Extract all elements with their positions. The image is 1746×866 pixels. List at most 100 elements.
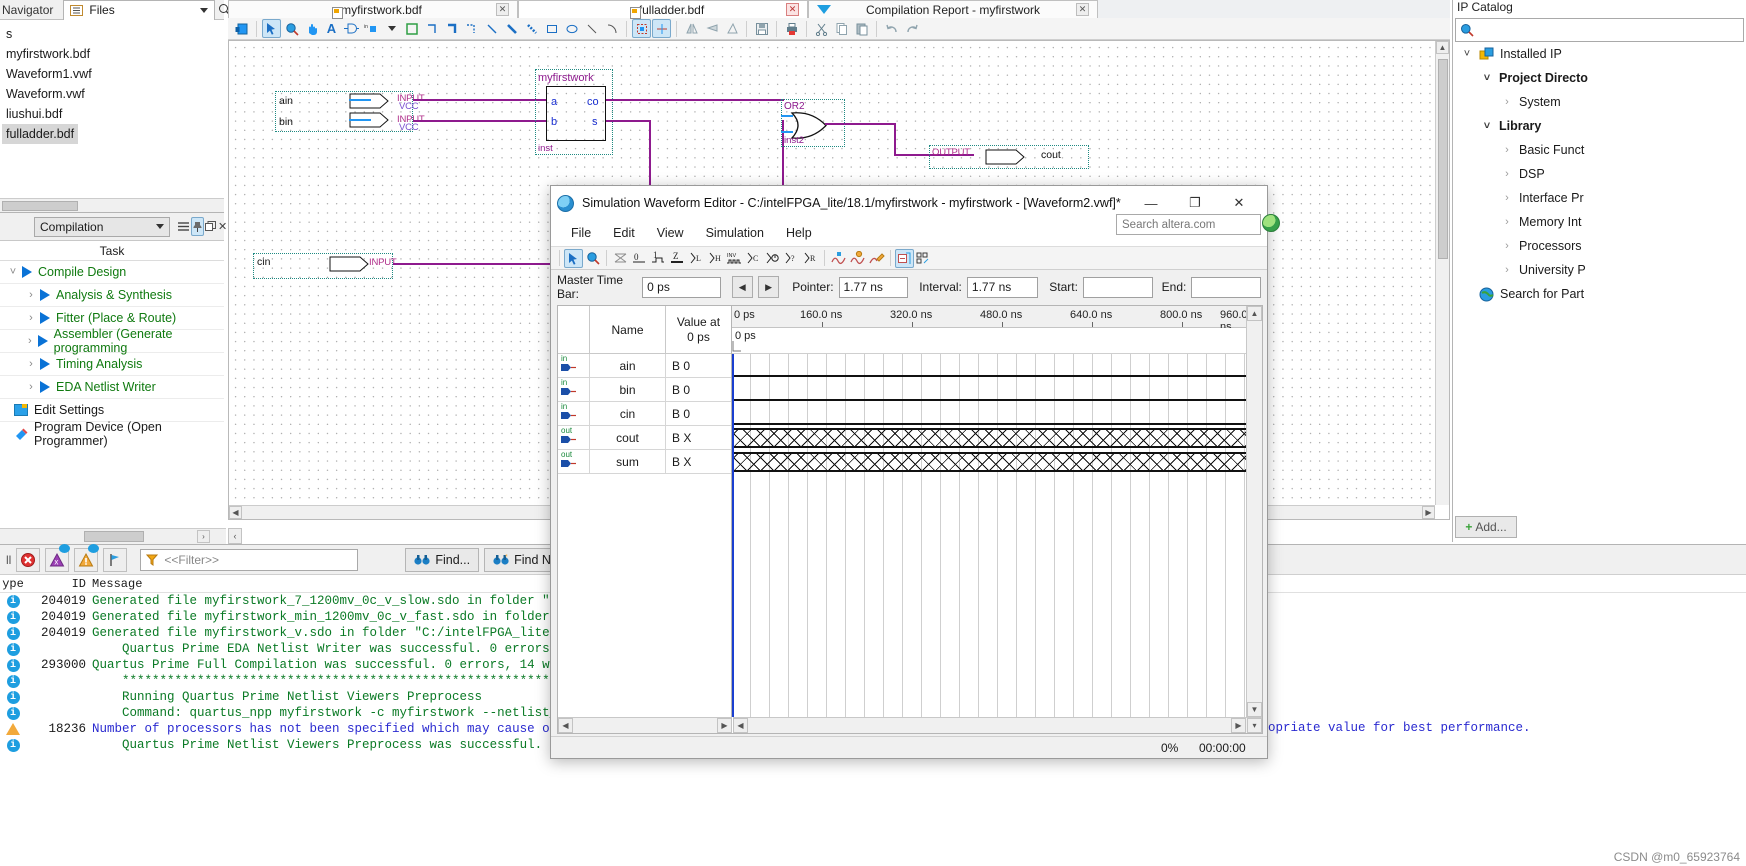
weak-high-icon[interactable]: H	[706, 249, 725, 268]
tab-fulladder-bdf[interactable]: fulladder.bdf ✕	[518, 0, 808, 19]
chevron-right-icon[interactable]: ›	[1501, 96, 1513, 108]
scroll-left-arrow[interactable]: ‹	[228, 528, 242, 544]
scroll-left-arrow[interactable]: ◀	[229, 506, 242, 519]
run-icon[interactable]	[40, 312, 50, 324]
flip-horizontal-icon[interactable]	[682, 19, 701, 38]
scrollbar-thumb[interactable]	[84, 531, 144, 542]
ip-tree-item-dsp[interactable]: › DSP	[1453, 162, 1746, 186]
arc-shape-icon[interactable]	[602, 19, 621, 38]
search-go-button[interactable]	[1262, 214, 1280, 232]
rubberbanding-icon[interactable]	[632, 19, 651, 38]
block-body[interactable]	[546, 86, 606, 141]
simulation-waveform-editor-window[interactable]: Simulation Waveform Editor - C:/intelFPG…	[550, 185, 1280, 759]
canvas-vscrollbar[interactable]: ▲	[1435, 41, 1449, 505]
close-icon[interactable]: ✕	[786, 3, 799, 16]
symbol-tool-icon[interactable]	[342, 19, 361, 38]
waveform-vscrollbar[interactable]: ▲ ▼	[1246, 306, 1262, 717]
ip-tree-item-library[interactable]: ˅ Library	[1453, 114, 1746, 138]
waveform-hscrollbar[interactable]: ◀ ▶ ▾	[733, 717, 1262, 733]
chevron-right-icon[interactable]: ›	[1501, 168, 1513, 180]
partial-rubberbanding-icon[interactable]	[652, 19, 671, 38]
chevron-down-icon[interactable]	[382, 19, 401, 38]
paste-icon[interactable]	[852, 19, 871, 38]
text-tool-icon[interactable]: A	[322, 19, 341, 38]
messages-filter-input[interactable]: <<Filter>>	[140, 548, 359, 571]
waveform-canvas[interactable]	[732, 354, 1246, 717]
signal-row-sum[interactable]: out sum B X	[558, 450, 731, 474]
navigator-files-selector[interactable]: Files	[63, 0, 216, 20]
ip-tree-item-project-directory[interactable]: ˅ Project Directo	[1453, 66, 1746, 90]
list-item[interactable]: liushui.bdf	[2, 104, 224, 124]
chevron-right-icon[interactable]: ›	[22, 312, 40, 324]
ip-tree-item-system[interactable]: › System	[1453, 90, 1746, 114]
menu-view[interactable]: View	[647, 224, 694, 242]
signal-row-cin[interactable]: in cin B 0	[558, 402, 731, 426]
interval-value[interactable]: 1.77 ns	[966, 276, 1039, 298]
tab-compilation-report[interactable]: Compilation Report - myfirstwork ✕	[808, 0, 1098, 18]
master-time-bar-input[interactable]: 0 ps	[642, 276, 721, 298]
grid-settings-icon[interactable]	[914, 249, 933, 268]
pin-icon[interactable]	[191, 217, 204, 236]
signal-row-cout[interactable]: out cout B X	[558, 426, 731, 450]
chevron-right-icon[interactable]: ›	[22, 358, 40, 370]
ip-tree-item-memory-interfaces[interactable]: › Memory Int	[1453, 210, 1746, 234]
task-row[interactable]: › Assembler (Generate programming	[0, 327, 224, 355]
rectangle-tool-icon[interactable]	[402, 19, 421, 38]
chevron-down-icon[interactable]: ˅	[1481, 120, 1493, 132]
ip-search-input[interactable]	[1478, 22, 1739, 38]
chevron-right-icon[interactable]: ›	[1501, 192, 1513, 204]
task-row[interactable]: ˅ Compile Design	[0, 261, 224, 284]
ip-tree-item-university-program[interactable]: › University P	[1453, 258, 1746, 282]
list-item[interactable]: Waveform.vwf	[2, 84, 224, 104]
simulation-settings-icon[interactable]	[867, 249, 886, 268]
navigator-hscrollbar[interactable]	[0, 198, 224, 212]
print-icon[interactable]	[782, 19, 801, 38]
chevron-right-icon[interactable]: ›	[22, 335, 38, 347]
run-icon[interactable]	[22, 266, 32, 278]
save-icon[interactable]	[752, 19, 771, 38]
task-row[interactable]: › Analysis & Synthesis	[0, 284, 224, 307]
pan-hand-icon[interactable]	[302, 19, 321, 38]
scroll-right-arrow[interactable]: ▶	[1422, 506, 1435, 519]
wave-lane-cout[interactable]	[732, 426, 1246, 450]
block-tool-icon[interactable]	[232, 19, 251, 38]
copy-icon[interactable]	[832, 19, 851, 38]
high-impedance-icon[interactable]: Z	[668, 249, 687, 268]
flip-vertical-icon[interactable]	[702, 19, 721, 38]
scroll-up-arrow[interactable]: ▲	[1436, 41, 1449, 54]
menu-edit[interactable]: Edit	[603, 224, 645, 242]
warnings-filter-button[interactable]	[74, 543, 100, 572]
force-high-icon[interactable]: 1	[649, 249, 668, 268]
task-row[interactable]: › Timing Analysis	[0, 353, 224, 376]
chevron-down-icon[interactable]: ˅	[4, 266, 22, 278]
critical-warnings-filter-button[interactable]: x	[45, 543, 71, 572]
scroll-up-arrow[interactable]: ▲	[1247, 306, 1262, 321]
errors-filter-button[interactable]	[16, 547, 41, 572]
scroll-right-arrow[interactable]: ▶	[717, 718, 732, 733]
scrollbar-thumb[interactable]	[2, 201, 78, 211]
chevron-right-icon[interactable]: ›	[22, 381, 40, 393]
altera-search-input[interactable]: Search altera.com	[1116, 214, 1280, 235]
tasks-flow-select[interactable]: Compilation	[34, 216, 170, 237]
time-step-forward-button[interactable]: ▶	[757, 276, 780, 298]
snap-to-grid-icon[interactable]	[895, 248, 914, 268]
ip-catalog-search[interactable]	[1455, 18, 1744, 42]
list-item-selected[interactable]: fulladder.bdf	[2, 124, 79, 144]
clock-value-icon[interactable]	[763, 249, 782, 268]
chevron-right-icon[interactable]: ›	[22, 289, 40, 301]
close-icon[interactable]: ✕	[1076, 3, 1089, 16]
scroll-left-arrow[interactable]: ◀	[733, 718, 748, 733]
list-item[interactable]: myfirstwork.bdf	[2, 44, 224, 64]
cut-icon[interactable]	[812, 19, 831, 38]
find-button[interactable]: Find...	[405, 547, 480, 572]
pin-tool-icon[interactable]: in	[362, 19, 381, 38]
pointer-value[interactable]: 1.77 ns	[838, 276, 909, 298]
chevron-right-icon[interactable]: ›	[1501, 144, 1513, 156]
start-input[interactable]	[1082, 276, 1153, 298]
signal-row-bin[interactable]: in bin B 0	[558, 378, 731, 402]
close-icon[interactable]: ✕	[217, 217, 228, 236]
line-shape-icon[interactable]	[582, 19, 601, 38]
add-ip-button[interactable]: + Add...	[1455, 516, 1517, 538]
wave-lane-ain[interactable]	[732, 354, 1246, 378]
rotate-icon[interactable]	[722, 19, 741, 38]
